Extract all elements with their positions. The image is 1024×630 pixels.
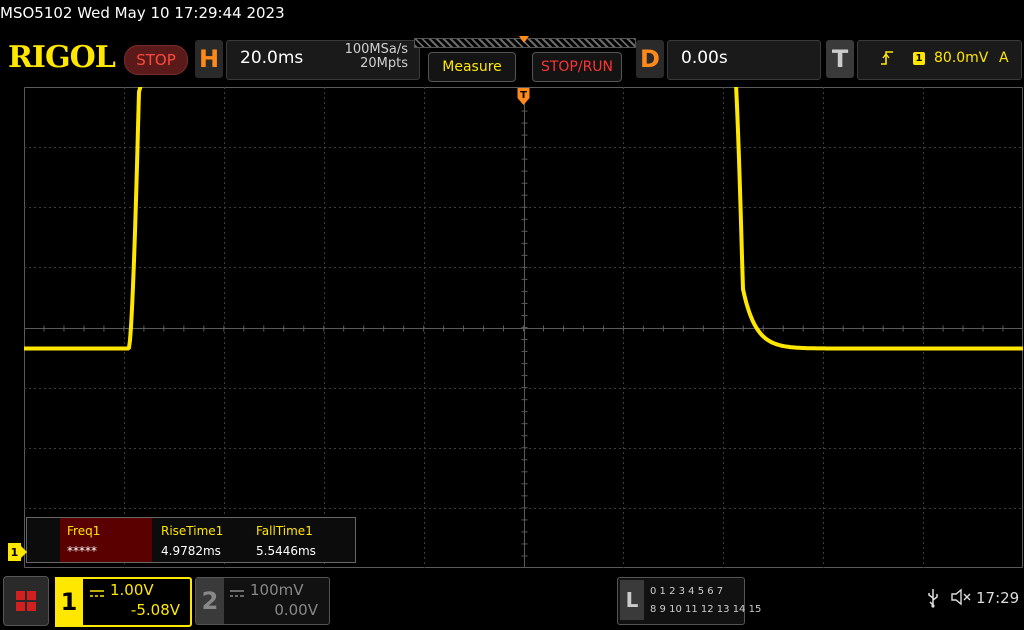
rising-edge-icon [880,50,894,70]
ch1-ground-marker[interactable]: 1 [8,543,27,561]
stop-run-button[interactable]: STOP/RUN [532,52,622,82]
meas-value-risetime: 4.9782ms [161,544,221,558]
memory-depth: 20Mpts [360,56,408,71]
timebase-value: 20.0ms [240,48,304,68]
main-menu-button[interactable] [3,576,49,626]
trigger-source: 1 [913,52,925,65]
ch1-offset: -5.08V [130,601,180,619]
measure-button[interactable]: Measure [428,52,516,82]
logic-analyzer-label[interactable]: L [620,580,644,620]
ch2-scale: 100mV [250,581,304,599]
status-title: MSO5102 Wed May 10 17:29:44 2023 [0,4,285,22]
trigger-label[interactable]: T [826,40,854,78]
delay-label[interactable]: D [636,40,664,78]
menu-grid-icon [16,591,36,611]
usb-icon [926,588,940,613]
horizontal-label[interactable]: H [195,40,223,78]
rigol-logo: RIGOL [8,40,116,75]
ch2-offset: 0.00V [274,601,318,619]
la-channels-row1: 0 1 2 3 4 5 6 7 [650,586,724,597]
sample-rate: 100MSa/s [344,42,408,57]
measurement-panel[interactable]: Freq1 RiseTime1 FallTime1 ***** 4.9782ms… [26,517,356,563]
meas-header-falltime: FallTime1 [256,524,313,538]
meas-header-risetime: RiseTime1 [161,524,224,538]
trigger-level: 80.0mV [934,50,989,66]
sample-info: 100MSa/s 20Mpts [320,43,408,71]
ch1-scale: 1.00V [110,581,154,599]
system-clock: 17:29 [976,589,1020,607]
dc-coupling-icon [90,583,104,602]
ch1-label[interactable]: 1 [55,577,83,627]
la-channels-row2: 8 9 10 11 12 13 14 15 [650,604,762,615]
run-state-badge[interactable]: STOP [124,45,188,75]
dc-coupling-icon [230,583,244,602]
timeline-trigger-marker-icon [519,36,529,43]
meas-header-freq: Freq1 [67,524,101,538]
ch2-label[interactable]: 2 [196,578,224,624]
meas-value-freq: ***** [67,544,97,558]
waveform-display[interactable]: T [24,87,1023,568]
delay-value: 0.00s [681,48,728,68]
trigger-mode: A [999,50,1009,66]
meas-value-falltime: 5.5446ms [256,544,316,558]
trigger-flag-label: T [520,90,527,101]
speaker-muted-icon[interactable] [950,588,972,611]
